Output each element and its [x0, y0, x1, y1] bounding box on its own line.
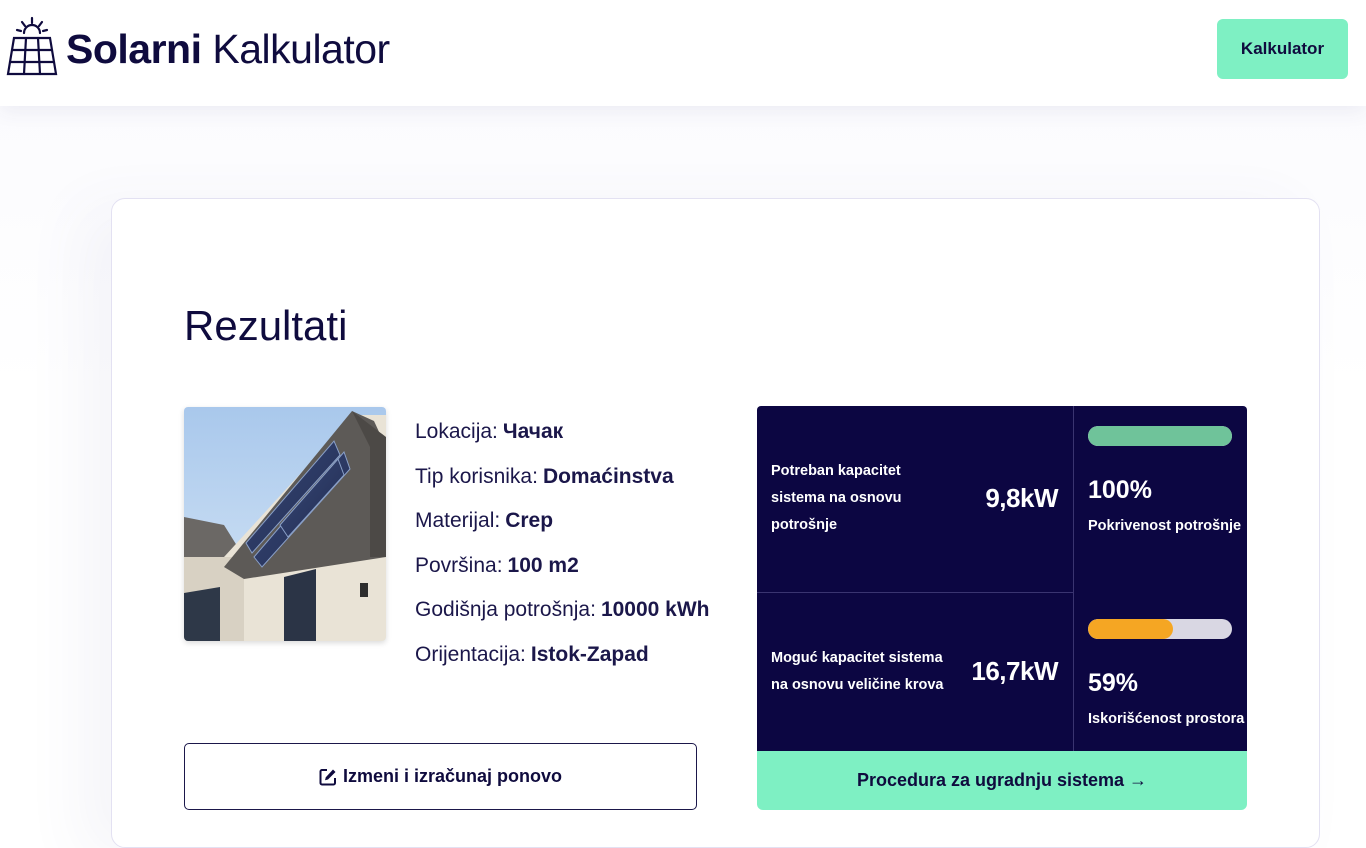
possible-capacity-value: 16,7kW [971, 656, 1058, 686]
possible-capacity-label: Moguć kapacitet sistema na osnovu veliči… [771, 645, 943, 699]
house-photo [184, 407, 386, 641]
space-usage-progress-bar [1088, 619, 1232, 639]
kalkulator-nav-button[interactable]: Kalkulator [1217, 19, 1348, 79]
info-value: Crep [505, 509, 554, 533]
coverage-percent: 100% [1088, 476, 1152, 504]
info-value: 10000 kWh [600, 598, 710, 622]
space-usage-percent: 59% [1088, 669, 1139, 697]
info-value: Domaćinstva [542, 464, 674, 488]
edit-icon [319, 768, 336, 785]
info-row-materijal: Materijal: Crep [415, 499, 710, 544]
info-label: Orijentacija: [415, 642, 526, 666]
info-row-lokacija: Lokacija: Чачак [415, 410, 710, 455]
required-capacity-label-line: Potreban kapacitet [771, 463, 901, 479]
info-row-tip-korisnika: Tip korisnika: Domaćinstva [415, 455, 710, 500]
info-row-godisnja-potrosnja: Godišnja potrošnja: 10000 kWh [415, 588, 710, 633]
info-label: Lokacija: [415, 420, 498, 444]
panel-vertical-divider [1073, 406, 1074, 751]
brand-name-bold: Solarni [66, 25, 202, 72]
coverage-label: Pokrivenost potrošnje [1088, 518, 1242, 534]
possible-capacity-label-line: na osnovu veličine krova [771, 677, 944, 693]
input-summary-list: Lokacija: Чачак Tip korisnika: Domaćinst… [415, 410, 710, 677]
info-value: Чачак [502, 420, 564, 444]
info-row-orijentacija: Orijentacija: Istok-Zapad [415, 633, 710, 678]
panel-horizontal-divider [757, 592, 1073, 593]
edit-recalculate-label: Izmeni i izračunaj ponovo [342, 766, 563, 786]
info-row-povrsina: Površina: 100 m2 [415, 544, 710, 589]
space-usage-progress-fill [1088, 619, 1173, 639]
page-title: Rezultati [184, 302, 348, 349]
coverage-progress-bar [1088, 426, 1232, 446]
required-capacity-label-line: sistema na osnovu [771, 490, 902, 506]
required-capacity-value: 9,8kW [985, 483, 1058, 513]
top-header: Solarni Kalkulator Kalkulator [0, 0, 1366, 106]
required-capacity-label: Potreban kapacitet sistema na osnovu pot… [771, 458, 902, 539]
installation-procedure-button[interactable]: Procedura za ugradnju sistema → [757, 751, 1247, 810]
brand-logo[interactable]: Solarni Kalkulator [6, 16, 390, 78]
capacity-results-panel: Potreban kapacitet sistema na osnovu pot… [757, 406, 1247, 751]
brand-name-light: Kalkulator [212, 25, 390, 72]
info-label: Materijal: [415, 509, 501, 533]
coverage-progress-fill [1088, 426, 1232, 446]
edit-recalculate-button[interactable]: Izmeni i izračunaj ponovo [184, 743, 697, 810]
solar-panel-icon [6, 16, 58, 76]
info-label: Godišnja potrošnja: [415, 598, 596, 622]
required-capacity-label-line: potrošnje [771, 517, 838, 533]
info-label: Površina: [415, 553, 503, 577]
info-label: Tip korisnika: [415, 464, 538, 488]
space-usage-label: Iskorišćenost prostora [1088, 711, 1245, 727]
info-value: 100 m2 [507, 553, 579, 577]
brand-name: Solarni Kalkulator [66, 25, 390, 72]
house-roof-solar-image [184, 407, 386, 641]
info-value: Istok-Zapad [530, 642, 649, 666]
possible-capacity-label-line: Moguć kapacitet sistema [771, 650, 943, 666]
